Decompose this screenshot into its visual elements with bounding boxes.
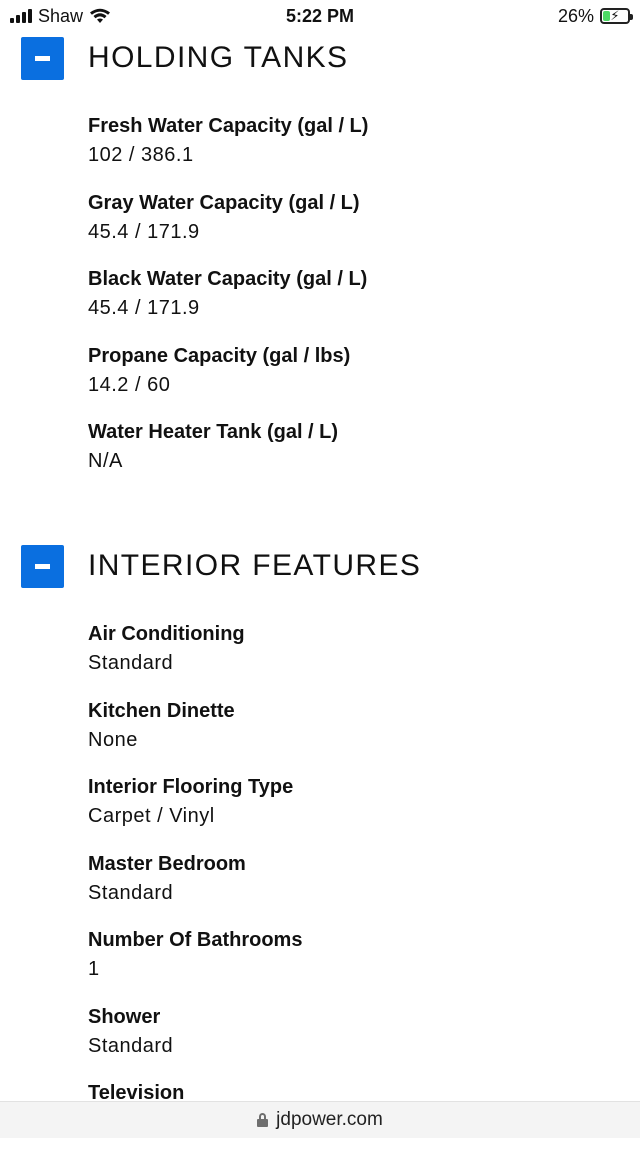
spec-item: Black Water Capacity (gal / L) 45.4 / 17… <box>88 265 368 342</box>
spec-label: Gray Water Capacity (gal / L) <box>88 189 368 217</box>
collapse-button[interactable] <box>21 545 64 588</box>
spec-value: 45.4 / 171.9 <box>88 293 368 323</box>
spec-item: Kitchen Dinette None <box>88 697 302 774</box>
battery-percent: 26% <box>558 6 594 27</box>
spec-label: Black Water Capacity (gal / L) <box>88 265 368 293</box>
minus-icon <box>35 564 50 569</box>
battery-cap <box>630 14 633 20</box>
spec-item: Fresh Water Capacity (gal / L) 102 / 386… <box>88 112 368 189</box>
status-time: 5:22 PM <box>0 4 640 28</box>
spec-value: Carpet / Vinyl <box>88 801 302 831</box>
spec-label: Fresh Water Capacity (gal / L) <box>88 112 368 140</box>
collapse-button[interactable] <box>21 37 64 80</box>
minus-icon <box>35 56 50 61</box>
spec-item: Water Heater Tank (gal / L) N/A <box>88 418 368 495</box>
spec-label: Interior Flooring Type <box>88 773 302 801</box>
spec-item: Shower Standard <box>88 1003 302 1080</box>
charging-bolt-icon: ⚡ <box>602 8 628 24</box>
spec-label: Master Bedroom <box>88 850 302 878</box>
spec-value: Standard <box>88 648 302 678</box>
lock-icon <box>257 1113 268 1127</box>
spec-item: Number Of Bathrooms 1 <box>88 926 302 1003</box>
spec-label: Air Conditioning <box>88 620 302 648</box>
spec-value: Standard <box>88 1031 302 1061</box>
url-bar[interactable]: jdpower.com <box>0 1101 640 1138</box>
spec-item: Master Bedroom Standard <box>88 850 302 927</box>
spec-label: Number Of Bathrooms <box>88 926 302 954</box>
url-domain[interactable]: jdpower.com <box>276 1109 383 1131</box>
spec-value: N/A <box>88 446 368 476</box>
spec-value: None <box>88 725 302 755</box>
spec-list: Air Conditioning Standard Kitchen Dinett… <box>88 620 302 1156</box>
spec-label: Water Heater Tank (gal / L) <box>88 418 368 446</box>
spec-value: Standard <box>88 878 302 908</box>
spec-label: Propane Capacity (gal / lbs) <box>88 342 368 370</box>
spec-item: Propane Capacity (gal / lbs) 14.2 / 60 <box>88 342 368 419</box>
spec-item: Interior Flooring Type Carpet / Vinyl <box>88 773 302 850</box>
battery-icon: ⚡ <box>600 8 630 24</box>
spec-value: 102 / 386.1 <box>88 140 368 170</box>
section-title: HOLDING TANKS <box>88 41 348 75</box>
spec-label: Shower <box>88 1003 302 1031</box>
spec-item: Air Conditioning Standard <box>88 620 302 697</box>
section-title: INTERIOR FEATURES <box>88 549 421 583</box>
spec-value: 45.4 / 171.9 <box>88 217 368 247</box>
status-bar: Shaw 5:22 PM 26% ⚡ <box>0 0 640 32</box>
spec-item: Gray Water Capacity (gal / L) 45.4 / 171… <box>88 189 368 266</box>
spec-list: Fresh Water Capacity (gal / L) 102 / 386… <box>88 112 368 495</box>
section-header[interactable]: HOLDING TANKS <box>21 36 348 80</box>
section-header[interactable]: INTERIOR FEATURES <box>21 544 421 588</box>
spec-label: Kitchen Dinette <box>88 697 302 725</box>
status-right: 26% ⚡ <box>558 4 630 28</box>
spec-value: 1 <box>88 954 302 984</box>
spec-value: 14.2 / 60 <box>88 370 368 400</box>
